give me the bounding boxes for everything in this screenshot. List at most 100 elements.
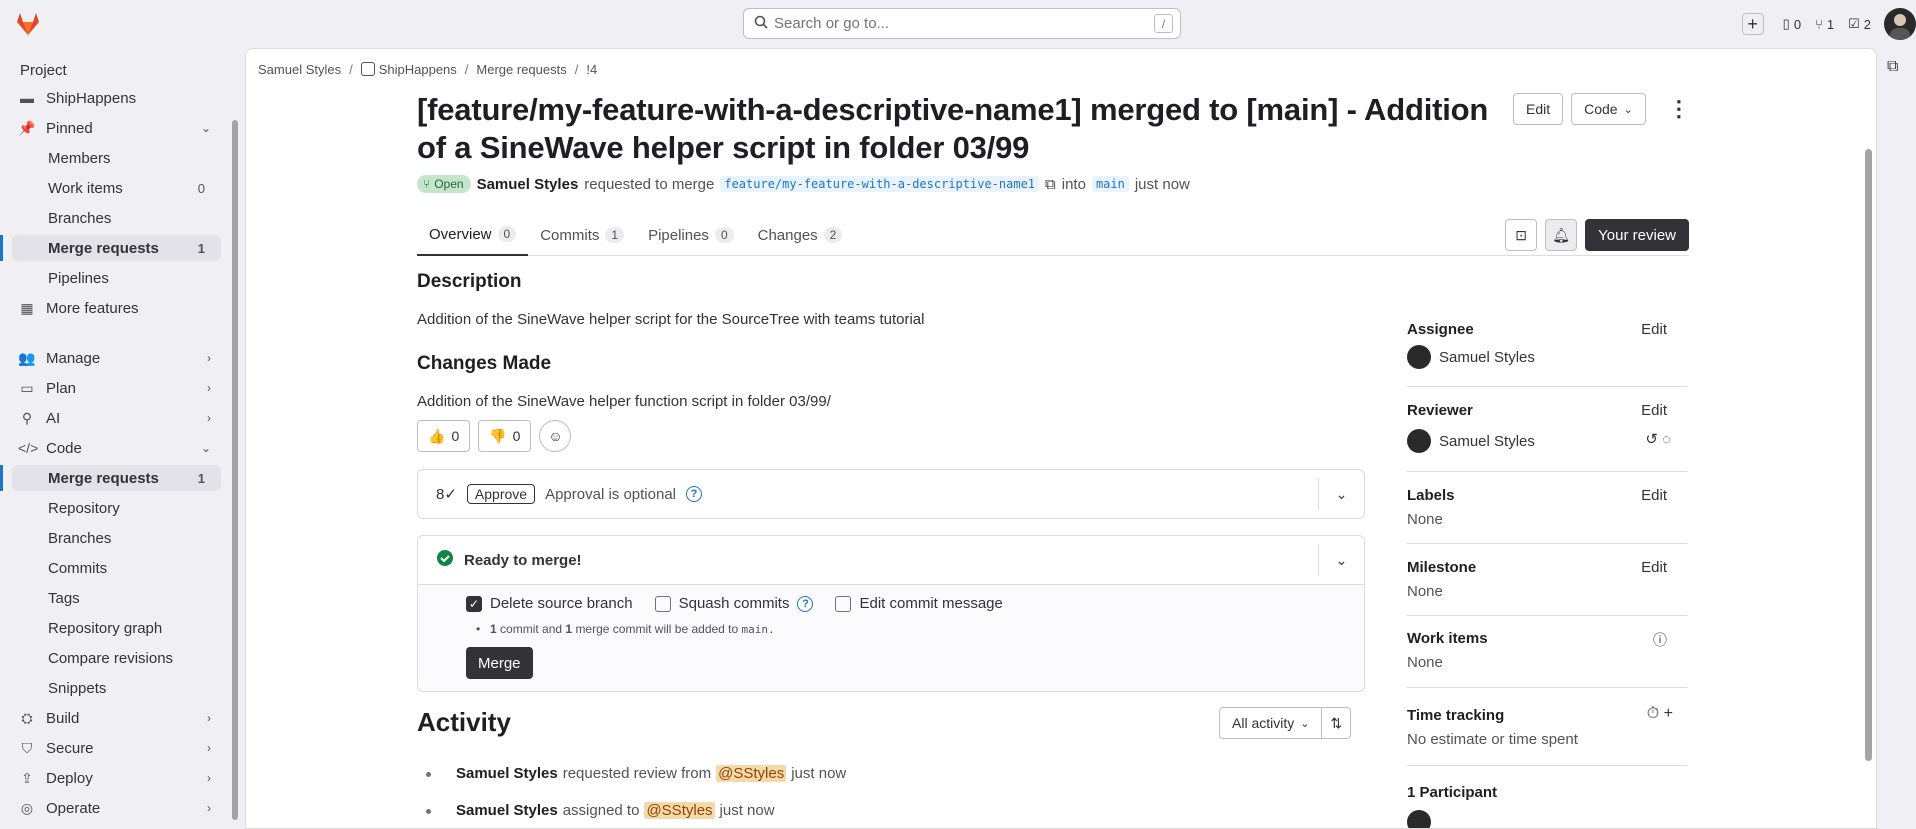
sidebar-item-commits[interactable]: Commits xyxy=(12,555,221,581)
labels-edit-button[interactable]: Edit xyxy=(1641,487,1667,504)
reactions: 👍 0 👎 0 ☺ xyxy=(417,420,572,452)
assignee-section: Assignee Edit Samuel Styles xyxy=(1407,321,1687,387)
sidebar-scroll[interactable]: ▬ ShipHappens 📌 Pinned ⌄ Members Work items… xyxy=(0,88,222,829)
issues-button[interactable]: ▯ 0 xyxy=(1776,16,1808,32)
user-mention[interactable]: @SStyles xyxy=(716,765,787,782)
timer-add-icon[interactable]: ⏱ + xyxy=(1647,705,1673,723)
author-link[interactable]: Samuel Styles xyxy=(477,176,579,193)
activity-filter-dropdown[interactable]: All activity ⌄ xyxy=(1219,707,1323,739)
reviewer-edit-button[interactable]: Edit xyxy=(1641,402,1667,419)
reviewer-user[interactable]: Samuel Styles xyxy=(1407,429,1535,453)
sidebar-item-compare-revisions[interactable]: Compare revisions xyxy=(12,645,221,671)
tab-changes[interactable]: Changes 2 xyxy=(746,214,855,256)
work-items-value: None xyxy=(1407,654,1443,671)
info-icon[interactable]: ⓘ xyxy=(1653,630,1667,650)
sidebar-item-label: Operate xyxy=(46,799,101,817)
approval-optional-text: Approval is optional xyxy=(545,485,676,503)
activity-author[interactable]: Samuel Styles xyxy=(456,765,558,782)
sidebar-item-label: Branches xyxy=(48,209,112,227)
merge-status-row: Ready to merge! ⌄ xyxy=(418,536,1364,584)
sidebar-item-repository[interactable]: Repository xyxy=(12,495,221,521)
your-review-button[interactable]: Your review xyxy=(1585,219,1689,251)
sidebar-item-secure[interactable]: ⛉ Secure › xyxy=(12,735,221,761)
chevron-down-icon[interactable]: ⌄ xyxy=(1318,544,1364,576)
breadcrumb-item[interactable]: Samuel Styles xyxy=(258,62,341,77)
sidebar-item-repository-graph[interactable]: Repository graph xyxy=(12,615,221,641)
approve-button[interactable]: Approve xyxy=(466,484,536,504)
breadcrumb-item[interactable]: !4 xyxy=(586,62,597,77)
notification-bell-icon[interactable]: 🔔︎ xyxy=(1545,219,1578,251)
target-branch[interactable]: main xyxy=(1091,176,1129,192)
sidebar-item-merge-requests[interactable]: Merge requests 1 xyxy=(0,235,221,261)
sidebar-toggle-icon[interactable]: ⊡ xyxy=(1505,219,1538,251)
sidebar-item-more-features[interactable]: ▦ More features xyxy=(12,295,221,321)
thumbs-up-button[interactable]: 👍 0 xyxy=(417,420,471,452)
left-sidebar: Project ▬ ShipHappens 📌 Pinned ⌄ Members Wo… xyxy=(0,48,238,829)
sidebar-item-code[interactable]: </> Code ⌄ xyxy=(12,435,221,461)
sidebar-item-build[interactable]: ⛭ Build › xyxy=(12,705,221,731)
sidebar-item-project-name[interactable]: ▬ ShipHappens xyxy=(12,88,221,111)
sidebar-item-operate[interactable]: ◎ Operate › xyxy=(12,795,221,821)
sidebar-item-members[interactable]: Members xyxy=(12,145,221,171)
sort-order-icon[interactable]: ⇅ xyxy=(1322,707,1352,739)
activity-author[interactable]: Samuel Styles xyxy=(456,802,558,819)
sidebar-item-label: Merge requests xyxy=(48,239,159,257)
rerequest-review-icon[interactable]: ↺ ◌ xyxy=(1645,430,1671,448)
more-actions-icon[interactable]: ⋮ xyxy=(1668,96,1690,122)
activity-text: requested review from xyxy=(562,765,712,782)
sidebar-item-code-merge-requests[interactable]: Merge requests 1 xyxy=(0,465,221,491)
help-icon[interactable]: ? xyxy=(797,595,814,612)
tab-pipelines[interactable]: Pipelines 0 xyxy=(636,214,746,256)
main-panel: Samuel Styles / ShipHappens / Merge requ… xyxy=(245,48,1877,829)
assignee-edit-button[interactable]: Edit xyxy=(1641,321,1667,338)
breadcrumb-item[interactable]: Merge requests xyxy=(476,62,566,77)
create-new-button[interactable]: + xyxy=(1741,13,1764,35)
search-icon xyxy=(754,15,768,33)
main-scrollbar[interactable] xyxy=(1865,149,1872,761)
gitlab-logo-icon[interactable] xyxy=(14,10,42,38)
thumbs-down-button[interactable]: 👎 0 xyxy=(478,420,532,452)
sidebar-item-pinned[interactable]: 📌 Pinned ⌄ xyxy=(12,115,221,141)
sidebar-scrollbar[interactable] xyxy=(232,120,238,820)
avatar xyxy=(1407,429,1431,453)
edit-message-checkbox[interactable] xyxy=(835,595,852,612)
squash-checkbox[interactable] xyxy=(654,595,671,612)
user-avatar[interactable] xyxy=(1884,8,1916,40)
sidebar-item-snippets[interactable]: Snippets xyxy=(12,675,221,701)
sidebar-item-tags[interactable]: Tags xyxy=(12,585,221,611)
breadcrumb-item-project[interactable]: ShipHappens xyxy=(360,62,457,77)
help-icon[interactable]: ? xyxy=(686,486,702,502)
sidebar-item-pipelines[interactable]: Pipelines xyxy=(12,265,221,291)
avatar xyxy=(1407,345,1431,369)
status-badge: ⑂ Open xyxy=(417,175,471,193)
sidebar-item-code-branches[interactable]: Branches xyxy=(12,525,221,551)
edit-button[interactable]: Edit xyxy=(1513,93,1564,125)
user-mention[interactable]: @SStyles xyxy=(644,802,715,819)
breadcrumb-separator: / xyxy=(464,62,469,77)
sidebar-item-manage[interactable]: 👥 Manage › xyxy=(12,345,221,371)
chevron-down-icon[interactable]: ⌄ xyxy=(1318,478,1364,510)
tab-overview[interactable]: Overview 0 xyxy=(417,214,529,256)
assignee-user[interactable]: Samuel Styles xyxy=(1407,345,1535,369)
sidebar-item-plan[interactable]: ▭ Plan › xyxy=(12,375,221,401)
sidebar-item-ai[interactable]: ⚲ AI › xyxy=(12,405,221,431)
merge-button[interactable]: Merge xyxy=(466,647,533,679)
code-dropdown-button[interactable]: Code ⌄ xyxy=(1571,93,1646,125)
participant-avatar[interactable] xyxy=(1407,810,1431,828)
add-reaction-button[interactable]: ☺ xyxy=(539,420,572,452)
participants-section: 1 Participant xyxy=(1407,784,1687,828)
search-input[interactable]: Search or go to... / xyxy=(743,8,1181,39)
merge-requests-button[interactable]: ⑂ 1 xyxy=(1808,17,1841,32)
source-branch[interactable]: feature/my-feature-with-a-descriptive-na… xyxy=(720,176,1040,192)
copy-icon[interactable]: ⧉ xyxy=(1045,176,1056,193)
sidebar-item-work-items[interactable]: Work items 0 xyxy=(12,175,221,201)
milestone-edit-button[interactable]: Edit xyxy=(1641,559,1667,576)
tab-commits[interactable]: Commits 1 xyxy=(528,214,636,256)
side-panel-toggle-icon[interactable]: ⧉ xyxy=(1887,58,1898,76)
activity-filter-label: All activity xyxy=(1232,715,1295,731)
sidebar-item-deploy[interactable]: ⇪ Deploy › xyxy=(12,765,221,791)
merge-note: • 1 commit and 1 merge commit will be ad… xyxy=(476,622,775,636)
delete-source-checkbox[interactable]: ✓ xyxy=(466,595,482,612)
sidebar-item-branches[interactable]: Branches xyxy=(12,205,221,231)
todos-button[interactable]: ☑ 2 xyxy=(1841,16,1878,32)
